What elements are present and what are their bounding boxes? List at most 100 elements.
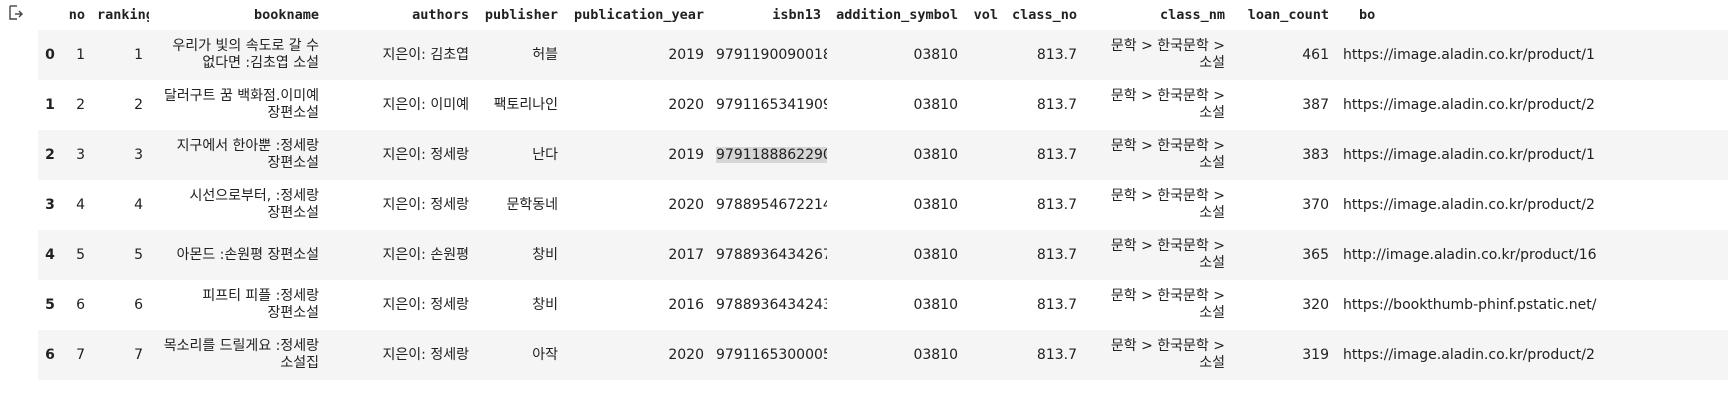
- cell-publisher: 아작: [532, 346, 558, 363]
- cell-publication-year: 2017: [668, 246, 704, 263]
- column-header-isbn13: isbn13: [772, 7, 821, 23]
- cell-vol: [964, 30, 1004, 80]
- cell-loan-count: 370: [1302, 196, 1329, 213]
- cell-isbn13: 9791165341909: [716, 96, 827, 113]
- cell-publisher: 문학동네: [506, 196, 558, 213]
- cell-publication-year: 2019: [668, 46, 704, 63]
- column-header-publisher: publisher: [484, 7, 558, 23]
- cell-bookname: 목소리를 드릴게요 :정세랑 소설집: [163, 338, 319, 371]
- table-row: 5 6 6 피프티 피플 :정세랑 장편소설 지은이: 정세랑 창비 2016 9788936…: [38, 280, 1728, 330]
- cell-class-no: 813.7: [1036, 46, 1077, 63]
- cell-publisher: 창비: [532, 246, 558, 263]
- cell-bookname: 지구에서 한아뿐 :정세랑 장편소설: [176, 138, 319, 171]
- cell-no: 6: [76, 296, 85, 313]
- cell-publisher: 난다: [532, 146, 558, 163]
- cell-publication-year: 2016: [668, 296, 704, 313]
- dataframe-output: no ranking bookname authors publisher publica…: [38, 0, 1728, 405]
- cell-publisher: 허블: [532, 46, 558, 63]
- cell-bookImageURL: https://image.aladin.co.kr/product/2: [1343, 346, 1595, 363]
- cell-bookname: 아몬드 :손원평 장편소설: [176, 246, 319, 263]
- cell-addition-symbol: 03810: [913, 246, 958, 263]
- cell-vol: [964, 330, 1004, 380]
- cell-index: 2: [45, 146, 55, 163]
- cell-vol: [964, 280, 1004, 330]
- cell-loan-count: 387: [1302, 96, 1329, 113]
- cell-bookname: 달러구트 꿈 백화점.이미예 장편소설: [163, 88, 319, 121]
- cell-class-nm: 문학 > 한국문학 > 소설: [1110, 188, 1225, 221]
- cell-addition-symbol: 03810: [913, 346, 958, 363]
- cell-vol: [964, 230, 1004, 280]
- dataframe-table: no ranking bookname authors publisher publica…: [38, 0, 1728, 380]
- cell-class-no: 813.7: [1036, 346, 1077, 363]
- cell-ranking: 6: [134, 296, 143, 313]
- cell-ranking: 3: [134, 146, 143, 163]
- cell-authors: 지은이: 이미예: [382, 96, 469, 113]
- column-header-publication-year: publication_year: [573, 7, 704, 23]
- cell-class-nm: 문학 > 한국문학 > 소설: [1110, 288, 1225, 321]
- cell-authors: 지은이: 정세랑: [382, 346, 469, 363]
- cell-bookname: 시선으로부터, :정세랑 장편소설: [189, 188, 319, 221]
- cell-bookname: 우리가 빛의 속도로 갈 수 없다면 :김초엽 소설: [172, 38, 319, 71]
- table-row: 3 4 4 시선으로부터, :정세랑 장편소설 지은이: 정세랑 문학동네 2020 9788…: [38, 180, 1728, 230]
- cell-vol: [964, 130, 1004, 180]
- table-row: 2 3 3 지구에서 한아뿐 :정세랑 장편소설 지은이: 정세랑 난다 2019 97911…: [38, 130, 1728, 180]
- cell-index: 4: [45, 246, 55, 263]
- cell-vol: [964, 80, 1004, 130]
- cell-isbn13: 9791190090018: [716, 46, 827, 63]
- cell-isbn13: 9788954672214: [716, 196, 827, 213]
- cell-authors: 지은이: 정세랑: [382, 296, 469, 313]
- cell-loan-count: 461: [1302, 46, 1329, 63]
- cell-class-nm: 문학 > 한국문학 > 소설: [1110, 88, 1225, 121]
- cell-no: 3: [76, 146, 85, 163]
- selected-text[interactable]: 9791188862290: [716, 146, 827, 163]
- cell-addition-symbol: 03810: [913, 96, 958, 113]
- cell-bookImageURL: https://image.aladin.co.kr/product/2: [1343, 96, 1595, 113]
- cell-loan-count: 319: [1302, 346, 1329, 363]
- cell-ranking: 4: [134, 196, 143, 213]
- cell-no: 2: [76, 96, 85, 113]
- column-header-ranking: ranking: [97, 7, 149, 23]
- cell-authors: 지은이: 정세랑: [382, 146, 469, 163]
- cell-class-nm: 문학 > 한국문학 > 소설: [1110, 338, 1225, 371]
- cell-class-nm: 문학 > 한국문학 > 소설: [1110, 238, 1225, 271]
- cell-class-nm: 문학 > 한국문학 > 소설: [1110, 38, 1225, 71]
- table-header-row: no ranking bookname authors publisher publica…: [38, 0, 1728, 30]
- cell-addition-symbol: 03810: [913, 46, 958, 63]
- cell-isbn13: 9791165300005: [716, 346, 827, 363]
- cell-loan-count: 320: [1302, 296, 1329, 313]
- column-header-no: no: [68, 7, 85, 23]
- cell-class-no: 813.7: [1036, 196, 1077, 213]
- cell-publication-year: 2020: [668, 96, 704, 113]
- cell-loan-count: 383: [1302, 146, 1329, 163]
- cell-addition-symbol: 03810: [913, 296, 958, 313]
- column-header-index: [38, 0, 62, 30]
- cell-ranking: 1: [134, 46, 143, 63]
- cell-authors: 지은이: 손원평: [382, 246, 469, 263]
- cell-bookImageURL: https://image.aladin.co.kr/product/1: [1343, 46, 1595, 63]
- output-cell-icon[interactable]: [6, 3, 26, 23]
- cell-publisher: 창비: [532, 296, 558, 313]
- cell-authors: 지은이: 정세랑: [382, 196, 469, 213]
- cell-index: 6: [45, 346, 55, 363]
- column-header-vol: vol: [973, 7, 998, 23]
- cell-publisher: 팩토리나인: [493, 96, 558, 113]
- column-header-bo: bo: [1359, 7, 1376, 23]
- cell-class-no: 813.7: [1036, 296, 1077, 313]
- cell-publication-year: 2020: [668, 196, 704, 213]
- cell-bookImageURL: http://image.aladin.co.kr/product/16: [1343, 246, 1597, 263]
- cell-no: 1: [76, 46, 85, 63]
- table-row: 1 2 2 달러구트 꿈 백화점.이미예 장편소설 지은이: 이미예 팩토리나인 2020 9…: [38, 80, 1728, 130]
- cell-bookImageURL: https://image.aladin.co.kr/product/2: [1343, 196, 1595, 213]
- cell-addition-symbol: 03810: [913, 196, 958, 213]
- cell-authors: 지은이: 김초엽: [382, 46, 469, 63]
- table-row: 0 1 1 우리가 빛의 속도로 갈 수 없다면 :김초엽 소설 지은이: 김초엽 허블 2…: [38, 30, 1728, 80]
- cell-publication-year: 2019: [668, 146, 704, 163]
- cell-publication-year: 2020: [668, 346, 704, 363]
- cell-bookImageURL: https://bookthumb-phinf.pstatic.net/: [1343, 296, 1597, 313]
- cell-no: 4: [76, 196, 85, 213]
- cell-index: 1: [45, 96, 55, 113]
- cell-ranking: 2: [134, 96, 143, 113]
- column-header-bookname: bookname: [253, 7, 319, 23]
- cell-index: 3: [45, 196, 55, 213]
- cell-addition-symbol: 03810: [913, 146, 958, 163]
